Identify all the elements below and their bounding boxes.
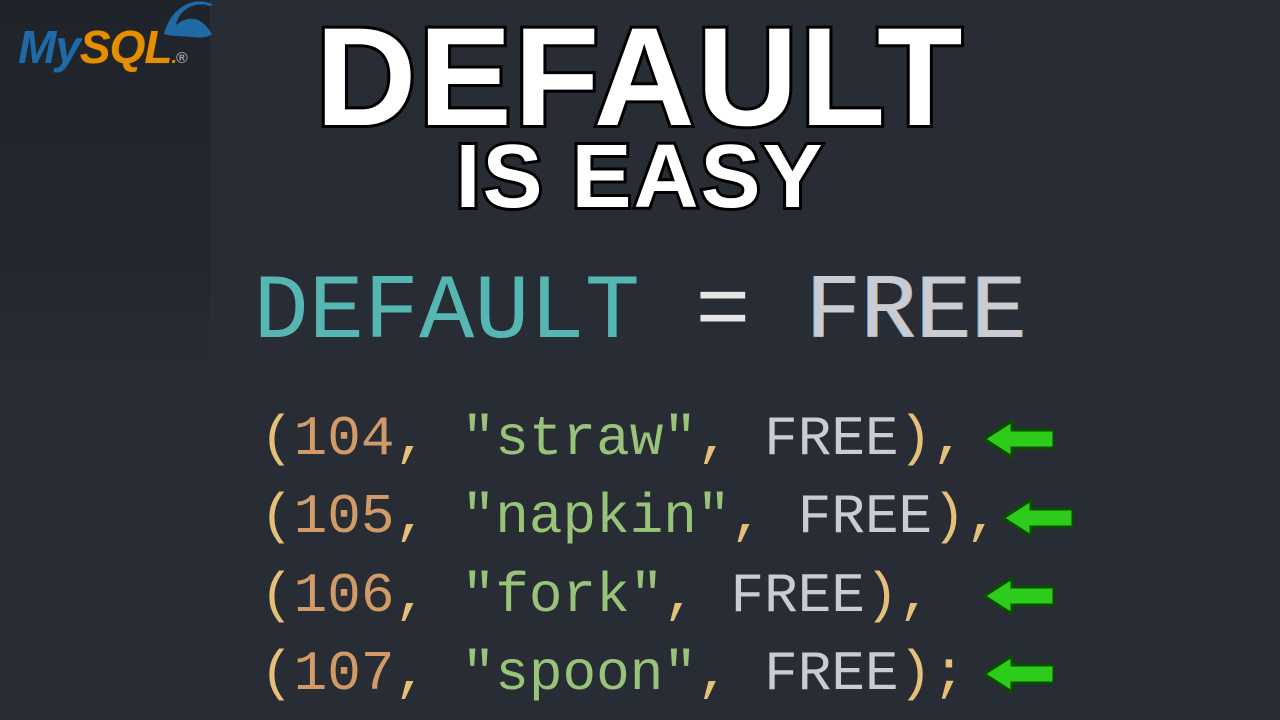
arrow-left-icon xyxy=(1003,496,1073,540)
quote-close: " xyxy=(663,642,697,706)
row-name: napkin xyxy=(495,485,697,549)
code-row: (106, "fork", FREE), xyxy=(260,557,1073,635)
quote-open: " xyxy=(462,564,496,628)
row-value: FREE xyxy=(764,635,898,713)
quote-close: " xyxy=(697,485,731,549)
paren-close: ) xyxy=(932,478,966,556)
row-id: 105 xyxy=(294,478,395,556)
code-row: (104, "straw", FREE), xyxy=(260,400,1073,478)
row-name: straw xyxy=(495,407,663,471)
headline-line2: IS EASY xyxy=(0,135,1280,221)
terminator: ; xyxy=(932,635,966,713)
arrow-left-icon xyxy=(984,652,1054,696)
paren-open: ( xyxy=(260,557,294,635)
comma: , xyxy=(394,635,428,713)
row-id: 106 xyxy=(294,557,395,635)
row-value: FREE xyxy=(731,557,865,635)
paren-open: ( xyxy=(260,635,294,713)
code-row: (107, "spoon", FREE); xyxy=(260,635,1073,713)
arrow-left-icon xyxy=(984,417,1054,461)
equation-equals: = xyxy=(695,260,750,365)
row-id: 107 xyxy=(294,635,395,713)
quote-open: " xyxy=(462,642,496,706)
comma: , xyxy=(394,478,428,556)
comma: , xyxy=(394,557,428,635)
comma: , xyxy=(697,400,731,478)
paren-close: ) xyxy=(899,400,933,478)
comma: , xyxy=(394,400,428,478)
terminator: , xyxy=(966,478,1000,556)
quote-open: " xyxy=(462,485,496,549)
row-name: spoon xyxy=(495,642,663,706)
paren-close: ) xyxy=(865,557,899,635)
headline: DEFAULT IS EASY xyxy=(0,10,1280,221)
quote-close: " xyxy=(630,564,664,628)
row-value: FREE xyxy=(764,400,898,478)
paren-open: ( xyxy=(260,400,294,478)
terminator: , xyxy=(899,557,933,635)
row-id: 104 xyxy=(294,400,395,478)
row-name: fork xyxy=(495,564,629,628)
equation-value: FREE xyxy=(806,260,1027,365)
terminator: , xyxy=(932,400,966,478)
code-block: (104, "straw", FREE), (105, "napkin", FR… xyxy=(260,400,1073,714)
equation-keyword: DEFAULT xyxy=(254,260,640,365)
arrow-left-icon xyxy=(984,574,1054,618)
comma: , xyxy=(663,557,697,635)
quote-open: " xyxy=(462,407,496,471)
equation-line: DEFAULT = FREE xyxy=(0,260,1280,365)
quote-close: " xyxy=(663,407,697,471)
code-row: (105, "napkin", FREE), xyxy=(260,478,1073,556)
paren-open: ( xyxy=(260,478,294,556)
headline-line1: DEFAULT xyxy=(0,10,1280,143)
comma: , xyxy=(697,635,731,713)
row-value: FREE xyxy=(798,478,932,556)
paren-close: ) xyxy=(899,635,933,713)
comma: , xyxy=(731,478,765,556)
